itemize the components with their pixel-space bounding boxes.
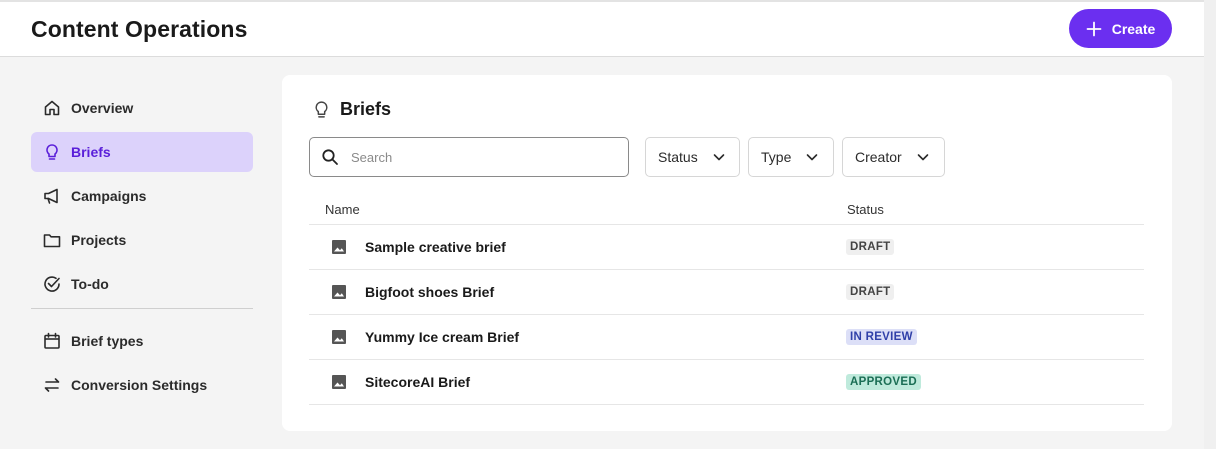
- sidebar-item-briefs[interactable]: Briefs: [31, 132, 253, 172]
- image-icon: [332, 330, 346, 344]
- table-row[interactable]: Bigfoot shoes Brief DRAFT: [309, 270, 1144, 315]
- sidebar-item-label: Briefs: [71, 144, 111, 160]
- page-scrollbar[interactable]: [1204, 0, 1216, 449]
- sidebar-item-campaigns[interactable]: Campaigns: [31, 176, 253, 216]
- brief-name[interactable]: SitecoreAI Brief: [365, 374, 470, 390]
- chevron-down-icon: [917, 154, 928, 161]
- chevron-down-icon: [807, 154, 818, 161]
- sidebar: Overview Briefs Campaigns Projects To-do…: [31, 88, 253, 409]
- sidebar-item-label: Brief types: [71, 333, 144, 349]
- briefs-title: Briefs: [340, 99, 392, 119]
- brief-name[interactable]: Sample creative brief: [365, 239, 506, 255]
- creator-filter-dropdown[interactable]: Creator: [842, 137, 945, 177]
- home-icon: [44, 100, 60, 116]
- search-icon: [322, 149, 338, 165]
- lightbulb-icon: [46, 144, 58, 160]
- sidebar-item-label: Projects: [71, 232, 127, 248]
- create-button[interactable]: Create: [1069, 9, 1172, 48]
- briefs-heading: Briefs: [312, 99, 391, 120]
- table-header-row: Name Status: [309, 195, 1144, 225]
- page-title: Content Operations: [31, 16, 248, 42]
- status-badge: DRAFT: [846, 239, 895, 255]
- swap-arrows-icon: [44, 378, 60, 392]
- lightbulb-icon: [315, 101, 328, 118]
- search-box[interactable]: [309, 137, 629, 177]
- image-icon: [332, 240, 346, 254]
- status-filter-label: Status: [658, 149, 698, 165]
- brief-name[interactable]: Bigfoot shoes Brief: [365, 284, 494, 300]
- chevron-down-icon: [713, 154, 725, 161]
- sidebar-item-label: Overview: [71, 100, 134, 116]
- column-header-status[interactable]: Status: [847, 202, 884, 217]
- plus-icon: [1086, 21, 1102, 36]
- column-header-name[interactable]: Name: [325, 202, 360, 217]
- type-filter-dropdown[interactable]: Type: [748, 137, 834, 177]
- sidebar-item-label: Campaigns: [71, 188, 147, 204]
- create-button-label: Create: [1111, 20, 1156, 37]
- sidebar-item-overview[interactable]: Overview: [31, 88, 253, 128]
- status-badge: DRAFT: [846, 284, 895, 300]
- image-icon: [332, 285, 346, 299]
- sidebar-item-conversion-settings[interactable]: Conversion Settings: [31, 365, 253, 405]
- folder-icon: [43, 234, 61, 248]
- check-circle-icon: [44, 276, 60, 292]
- table-row[interactable]: Yummy Ice cream Brief IN REVIEW: [309, 315, 1144, 360]
- type-filter-label: Type: [761, 149, 792, 165]
- search-input[interactable]: [351, 149, 611, 165]
- sidebar-item-brief-types[interactable]: Brief types: [31, 321, 253, 361]
- sidebar-item-label: Conversion Settings: [71, 377, 208, 393]
- calendar-icon: [44, 332, 60, 349]
- image-icon: [332, 375, 346, 389]
- brief-name[interactable]: Yummy Ice cream Brief: [365, 329, 519, 345]
- status-badge: IN REVIEW: [846, 329, 917, 345]
- sidebar-item-todo[interactable]: To-do: [31, 264, 253, 304]
- sidebar-divider: [31, 308, 253, 309]
- status-filter-dropdown[interactable]: Status: [645, 137, 740, 177]
- briefs-panel: Briefs Status Type Creator Name Status S…: [282, 75, 1172, 431]
- table-row[interactable]: SitecoreAI Brief APPROVED: [309, 360, 1144, 405]
- creator-filter-label: Creator: [855, 149, 902, 165]
- megaphone-icon: [44, 188, 58, 204]
- sidebar-item-label: To-do: [71, 276, 109, 292]
- briefs-table: Name Status Sample creative brief DRAFT …: [309, 195, 1144, 405]
- table-row[interactable]: Sample creative brief DRAFT: [309, 225, 1144, 270]
- sidebar-item-projects[interactable]: Projects: [31, 220, 253, 260]
- app-header: Content Operations Create: [0, 2, 1204, 57]
- status-badge: APPROVED: [846, 374, 921, 390]
